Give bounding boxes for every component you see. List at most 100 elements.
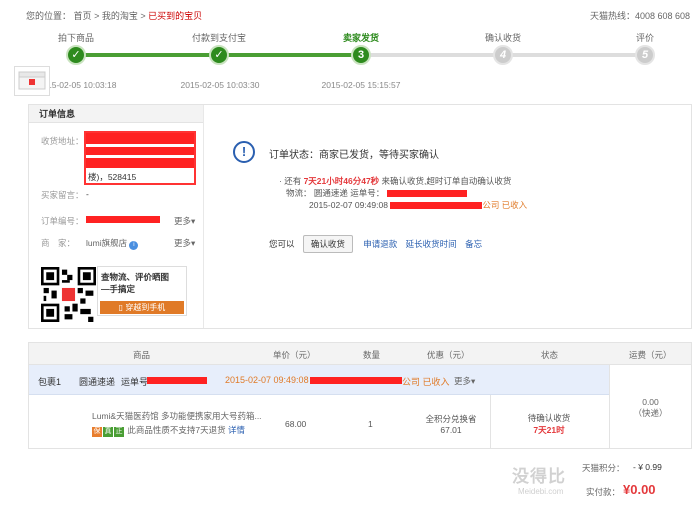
shipping-fee: 0.00 [642,397,659,407]
log-time: 2015-02-07 09:49:08 [309,200,388,210]
package-log-redacted [310,377,402,384]
to-mobile-button[interactable]: ▯ 穿越到手机 [100,301,184,314]
discount-value: 67.01 [440,425,462,435]
step-check-icon: ✓ [66,45,86,65]
step-label-2: 付款到支付宝 [191,33,246,43]
order-no-more-link[interactable]: 更多▾ [174,215,195,227]
step-label-5: 评价 [635,33,654,43]
promo-line-1: 查物流、评价晒图 [101,272,170,282]
product-thumbnail[interactable] [14,66,50,96]
shipping-type: （快递） [633,408,668,418]
package-time: 2015-02-07 09:49:08 [225,375,309,385]
step-time-3: 2015-02-05 15:15:57 [321,80,401,90]
item-status-time: 7天21时 [533,425,565,435]
more-label: 更多 [454,376,472,386]
seller-name-text: lumi旗舰店 [86,238,128,248]
package-more-link[interactable]: 更多▾ [454,375,475,387]
carrier-name: 圆通速递 [313,188,348,198]
step-label-1: 拍下商品 [57,33,94,43]
breadcrumb: 您的位置： 首页 > 我的淘宝 > 已买到的宝贝 [26,11,202,21]
waybill-redacted [386,190,467,198]
redacted-block [86,133,194,144]
caret-down-icon: ▾ [191,238,196,248]
paid-label: 实付款： [586,487,621,497]
points-label: 天猫积分： [582,463,625,473]
step-label-4: 确认收货 [484,33,521,43]
paid-value: ¥0.00 [623,482,656,497]
caret-down-icon: ▾ [471,376,476,386]
watermark-sub: Meidebi.com [518,487,564,496]
tag-bao[interactable]: 保 [92,427,102,437]
address-label: 收货地址： [41,136,84,146]
breadcrumb-label: 您的位置： [26,11,72,21]
address-tail: 楼)，528415 [88,172,137,182]
item-status: 待确认收货 [527,413,571,423]
log-tail: 公司 已收入 [482,200,528,210]
seller-more-link[interactable]: 更多▾ [174,237,195,249]
chat-icon[interactable]: i [129,241,139,250]
remain-time: 7天21小时46分47秒 [303,176,380,186]
more-label: 更多 [174,216,192,226]
logistics-latest: 2015-02-07 09:49:08 公司 已收入 [279,199,527,211]
product-name-link[interactable]: Lumi&天猫医药馆 多功能便携家用大号药箱... [92,410,262,422]
watermark: 没得比 [512,467,566,486]
you-can-label: 您可以 [269,239,295,249]
redacted-block [86,147,194,155]
mobile-promo: 查物流、评价晒图 —手搞定 ▯ 穿越到手机 [97,266,187,316]
step-label-3: 卖家发货 [342,33,379,43]
package-tail: 公司 已收入 [402,377,450,387]
item-qty: 1 [368,419,373,429]
message-value: - [86,189,89,199]
col-price: 单价（元） [273,350,316,360]
detail-link[interactable]: 详情 [228,425,245,435]
col-shipping: 运费（元） [629,350,672,360]
breadcrumb-my-taobao-link[interactable]: 我的淘宝 [102,11,138,21]
step-node-4: 4 [493,45,513,65]
qr-code-icon [41,267,96,322]
order-info-title: 订单信息 [29,105,203,123]
more-label: 更多 [174,238,192,248]
order-totals: 天猫积分： - ¥ 0.99 实付款： ¥0.00 [578,462,690,500]
actions-row: 您可以 确认收货 申请退款 延长收货时间 备忘 [269,235,482,253]
product-tags: 保真正 此商品性质不支持7天退货 详情 [92,424,245,437]
table-header: 商品 单价（元） 数量 优惠（元） 状态 运费（元） [29,343,691,365]
order-status-detail: · 还有 7天21小时46分47秒 来确认收货,超时订单自动确认收货 物流： 圆… [279,175,527,211]
item-price: 68.00 [285,419,307,429]
hotline: 天猫热线：4008 608 608 [589,11,690,21]
remain-prefix: · 还有 [279,176,302,186]
breadcrumb-home-link[interactable]: 首页 [74,11,92,21]
package-carrier: 圆通速递 [79,377,116,387]
tag-zheng[interactable]: 正 [114,427,124,437]
order-no-label: 订单编号： [41,216,84,226]
order-info-column: 订单信息 收货地址： 楼)，528415 买家留言： - 订单编号： 更多▾ 商… [29,105,204,328]
step-check-icon: ✓ [209,45,229,65]
medicine-box-icon [18,71,46,90]
order-status-title: 订单状态：商家已发货，等待买家确认 [269,150,439,161]
breadcrumb-current: 已买到的宝贝 [148,11,203,21]
col-status: 状态 [541,350,559,360]
logistics-label: 物流： [286,188,312,198]
order-panel: 订单信息 收货地址： 楼)，528415 买家留言： - 订单编号： 更多▾ 商… [28,104,692,329]
step-node-5: 5 [635,45,655,65]
phone-icon: ▯ [118,303,124,312]
memo-link[interactable]: 备忘 [465,239,482,249]
col-product: 商品 [133,350,151,360]
extend-receipt-link[interactable]: 延长收货时间 [406,239,457,249]
message-label: 买家留言： [41,190,84,200]
address-value: 楼)，528415 [84,131,196,185]
tag-zhen[interactable]: 真 [103,427,113,437]
paid-row: 实付款： ¥0.00 [578,482,690,500]
remain-suffix: 来确认收货,超时订单自动确认收货 [381,176,512,186]
package-waybill-redacted [147,377,207,384]
caret-down-icon: ▾ [191,216,196,226]
logistics-line: 物流： 圆通速递 运单号： [279,187,527,199]
breadcrumb-sep: > [140,11,146,21]
return-note: 此商品性质不支持7天退货 [127,425,226,435]
refund-link[interactable]: 申请退款 [363,239,397,249]
promo-text: 查物流、评价晒图 —手搞定 [101,271,185,295]
confirm-receipt-button[interactable]: 确认收货 [302,235,353,253]
package-label: 包裹1 [38,377,62,387]
waybill-label: 运单号： [350,188,385,198]
seller-name[interactable]: lumi旗舰店 i [86,237,139,250]
col-qty: 数量 [363,350,381,360]
